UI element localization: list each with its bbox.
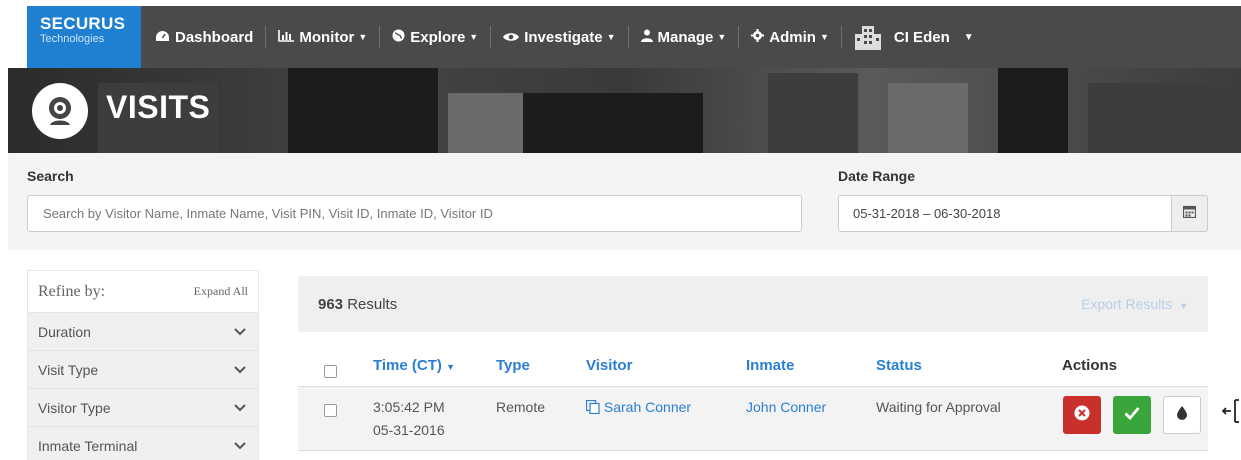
visitor-name: Sarah Conner xyxy=(603,399,692,415)
refine-item-visit-type[interactable]: Visit Type xyxy=(28,351,258,389)
row-time: 3:05:42 PM xyxy=(373,399,445,415)
sort-caret-icon: ▼ xyxy=(446,362,455,372)
eye-icon xyxy=(503,30,520,45)
caret-down-icon: ▼ xyxy=(819,32,829,42)
skyline-building xyxy=(888,83,968,153)
page-banner: VISITS xyxy=(8,68,1241,153)
refine-panel: Refine by: Expand All Duration Visit Typ… xyxy=(27,270,259,460)
select-all-checkbox[interactable] xyxy=(324,365,337,378)
skyline-building xyxy=(523,93,703,153)
nav-monitor-label: Monitor xyxy=(299,28,355,46)
nav-explore-label: Explore xyxy=(410,28,466,46)
visitor-header[interactable]: Visitor xyxy=(586,357,632,374)
time-header-label: Time (CT) xyxy=(373,357,442,374)
nav-admin[interactable]: Admin ▼ xyxy=(739,6,841,68)
inmate-header[interactable]: Inmate xyxy=(746,357,794,374)
table-header: Time (CT) ▼ Type Visitor Inmate Status A… xyxy=(298,345,1208,387)
sort-time-header[interactable]: Time (CT) ▼ xyxy=(373,357,455,374)
row-checkbox[interactable] xyxy=(324,404,337,417)
row-type: Remote xyxy=(496,399,546,415)
nav-monitor[interactable]: Monitor ▼ xyxy=(266,6,379,68)
chevron-down-icon xyxy=(234,403,246,411)
results-number: 963 xyxy=(318,295,344,313)
chevron-down-icon xyxy=(234,365,246,373)
refine-item-label: Duration xyxy=(38,323,91,340)
visitor-link[interactable]: Sarah Conner xyxy=(585,399,692,415)
results-label: Results xyxy=(347,295,398,313)
skyline-building xyxy=(288,68,438,153)
export-results-button[interactable]: Export Results ▼ xyxy=(1081,296,1188,312)
refine-item-label: Visit Type xyxy=(38,361,99,378)
nav-explore[interactable]: Explore ▼ xyxy=(380,6,490,68)
nav-dashboard-label: Dashboard xyxy=(175,28,254,46)
caret-down-icon: ▼ xyxy=(606,32,616,42)
check-icon xyxy=(1124,406,1140,425)
nav-admin-label: Admin xyxy=(769,28,816,46)
calendar-icon xyxy=(1182,205,1197,223)
more-actions-button[interactable] xyxy=(1163,396,1201,434)
bar-chart-icon xyxy=(278,29,295,45)
row-status: Waiting for Approval xyxy=(876,399,1001,415)
refine-title: Refine by: xyxy=(38,282,106,300)
user-menu[interactable]: CI Eden ▼ xyxy=(842,6,986,68)
inmate-link[interactable]: John Conner xyxy=(746,399,826,415)
user-name: CI Eden xyxy=(893,28,950,46)
export-results-label: Export Results xyxy=(1081,296,1173,312)
drop-icon xyxy=(1177,405,1187,425)
expand-all-link[interactable]: Expand All xyxy=(194,284,248,299)
visits-table: Time (CT) ▼ Type Visitor Inmate Status A… xyxy=(298,345,1208,451)
brand-sub: Technologies xyxy=(40,33,105,45)
date-range-label: Date Range xyxy=(838,168,916,184)
table-row: 3:05:42 PM 05-31-2016 Remote Sarah Conne… xyxy=(298,387,1208,451)
securus-logo[interactable]: SECURUS Technologies xyxy=(27,6,141,68)
skyline-building xyxy=(998,68,1068,153)
search-input[interactable] xyxy=(27,195,802,232)
top-navigation: SECURUS Technologies Dashboard Monitor ▼… xyxy=(27,6,1241,68)
type-header[interactable]: Type xyxy=(496,357,530,374)
refine-item-visitor-type[interactable]: Visitor Type xyxy=(28,389,258,427)
caret-down-icon: ▼ xyxy=(717,32,727,42)
status-header[interactable]: Status xyxy=(876,357,922,374)
gear-icon xyxy=(751,29,765,45)
copy-icon xyxy=(585,399,604,415)
approve-button[interactable] xyxy=(1113,396,1151,434)
search-label: Search xyxy=(27,168,74,184)
deny-button[interactable] xyxy=(1063,396,1101,434)
user-icon xyxy=(640,29,653,45)
refine-header: Refine by: Expand All xyxy=(28,271,258,313)
results-bar: 963 Results Export Results ▼ xyxy=(298,276,1208,332)
nav-manage-label: Manage xyxy=(657,28,714,46)
actions-header: Actions xyxy=(1062,357,1118,374)
refine-item-duration[interactable]: Duration xyxy=(28,313,258,351)
calendar-button[interactable] xyxy=(1171,195,1208,232)
skyline-building xyxy=(768,73,858,153)
chevron-down-icon xyxy=(234,327,246,335)
caret-down-icon: ▼ xyxy=(1179,301,1188,311)
building-icon xyxy=(854,24,882,50)
brand-name: SECURUS xyxy=(40,14,126,33)
refine-item-label: Visitor Type xyxy=(38,399,111,416)
tachometer-icon xyxy=(155,30,170,45)
skyline-building xyxy=(1088,83,1238,153)
date-range-input[interactable] xyxy=(838,195,1172,232)
webcam-icon xyxy=(32,83,88,139)
chevron-down-icon xyxy=(234,441,246,449)
page-title: VISITS xyxy=(106,89,211,125)
nav-manage[interactable]: Manage ▼ xyxy=(629,6,739,68)
results-count: 963 Results xyxy=(318,296,397,313)
nav-investigate-label: Investigate xyxy=(524,28,603,46)
nav-investigate[interactable]: Investigate ▼ xyxy=(491,6,627,68)
filter-bar: Search Date Range xyxy=(8,153,1241,250)
refine-item-label: Inmate Terminal xyxy=(38,437,138,454)
caret-down-icon: ▼ xyxy=(963,31,974,43)
nav-dashboard[interactable]: Dashboard xyxy=(141,6,265,68)
row-date: 05-31-2016 xyxy=(373,422,445,438)
caret-down-icon: ▼ xyxy=(469,32,479,42)
times-circle-icon xyxy=(1074,405,1090,426)
expand-arrows-icon[interactable] xyxy=(1221,396,1241,426)
refine-item-inmate-terminal[interactable]: Inmate Terminal xyxy=(28,427,258,460)
caret-down-icon: ▼ xyxy=(358,32,368,42)
globe-icon xyxy=(392,29,405,45)
